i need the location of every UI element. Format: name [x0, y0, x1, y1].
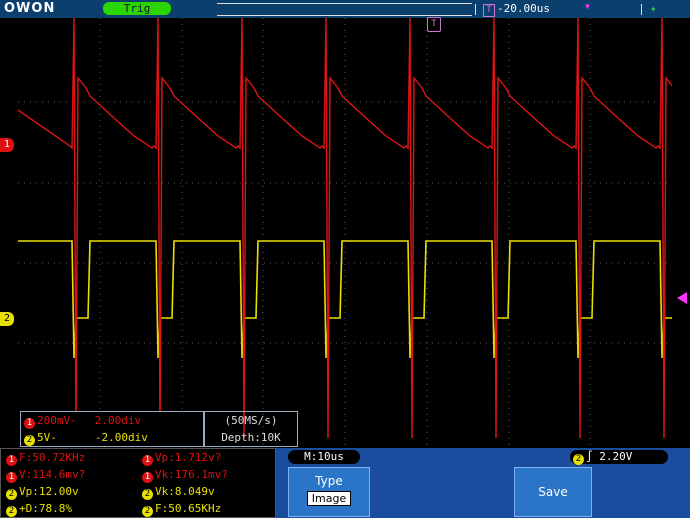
ch1-badge-icon: 1 — [24, 418, 35, 429]
ch1-settings-row: 1 200mV- 2.00div — [21, 412, 203, 429]
ch1-badge-icon: 1 — [142, 472, 153, 483]
ch1-scale: 200mV- — [37, 414, 77, 427]
trigger-status-badge: Trig — [103, 2, 171, 15]
brand-logo: OWON — [4, 1, 56, 16]
trigger-channel-badge: 2 — [573, 454, 584, 465]
ch2-vk: 2 Vk:8.049v — [139, 484, 215, 500]
trigger-level-marker[interactable] — [677, 292, 687, 304]
type-value: Image — [306, 491, 352, 506]
ch2-badge-icon: 2 — [24, 435, 35, 446]
ch1-position: 2.00div — [94, 414, 142, 427]
top-status-bar: OWON Trig ▼ T -20.00us ✦ — [0, 0, 690, 18]
ch2-scale: 5V- — [37, 431, 57, 444]
time-offset-value: -20.00us — [497, 2, 550, 15]
trigger-time-marker: T — [427, 17, 441, 32]
ch1-level-marker[interactable]: 1 — [0, 138, 14, 152]
measurement-table: 1 F:50.72KHz 1 Vp:1.712v? 1 V:114.6mv? 1 Vk:… — [0, 448, 276, 518]
ch1-frequency: 1 F:50.72KHz — [3, 450, 85, 466]
ch1-voltage: 1 V:114.6mv? — [3, 467, 85, 483]
rising-edge-icon: ∫ — [586, 450, 593, 463]
memory-position-bar: ▼ — [217, 3, 642, 16]
ch1-vk: 1 Vk:176.1mv? — [139, 467, 228, 483]
save-button[interactable]: Save — [514, 467, 592, 517]
trigger-readout: 2 ∫ 2.20V — [570, 450, 668, 465]
ch2-badge-icon: 2 — [6, 489, 17, 500]
ch2-peak-voltage: 2 Vp:12.00v — [3, 484, 79, 500]
ch2-settings-row: 2 5V- -2.00div — [21, 429, 203, 446]
ch1-peak-voltage: 1 Vp:1.712v? — [139, 450, 221, 466]
trigger-position-marker: ▼ — [585, 2, 590, 11]
waveform-display — [18, 18, 672, 448]
ch2-frequency: 2 F:50.65KHz — [139, 501, 221, 517]
ch2-badge-icon: 2 — [6, 506, 17, 517]
channel-settings-panel: 1 200mV- 2.00div 2 5V- -2.00div — [20, 411, 204, 447]
ch2-badge-icon: 2 — [142, 489, 153, 500]
sample-rate: (50MS/s) — [224, 414, 278, 427]
trigger-level-value: 2.20V — [599, 450, 633, 463]
ch1-badge-icon: 1 — [142, 455, 153, 466]
ch2-level-marker[interactable]: 2 — [0, 312, 14, 326]
timebase-readout: M:10us — [288, 450, 360, 464]
ch2-position: -2.00div — [94, 431, 148, 444]
type-label: Type — [315, 474, 343, 488]
acquisition-panel: (50MS/s) Depth:10K — [204, 411, 298, 447]
ch2-badge-icon: 2 — [142, 506, 153, 517]
ch2-duty-cycle: 2 +D:78.8% — [3, 501, 72, 517]
horizontal-offset: T -20.00us — [483, 2, 550, 17]
memory-depth: Depth:10K — [221, 431, 281, 444]
trigger-time-icon: T — [483, 4, 495, 17]
usb-icon: ✦ — [650, 2, 657, 15]
ch1-badge-icon: 1 — [6, 472, 17, 483]
ch1-badge-icon: 1 — [6, 455, 17, 466]
type-menu-button[interactable]: Type Image — [288, 467, 370, 517]
